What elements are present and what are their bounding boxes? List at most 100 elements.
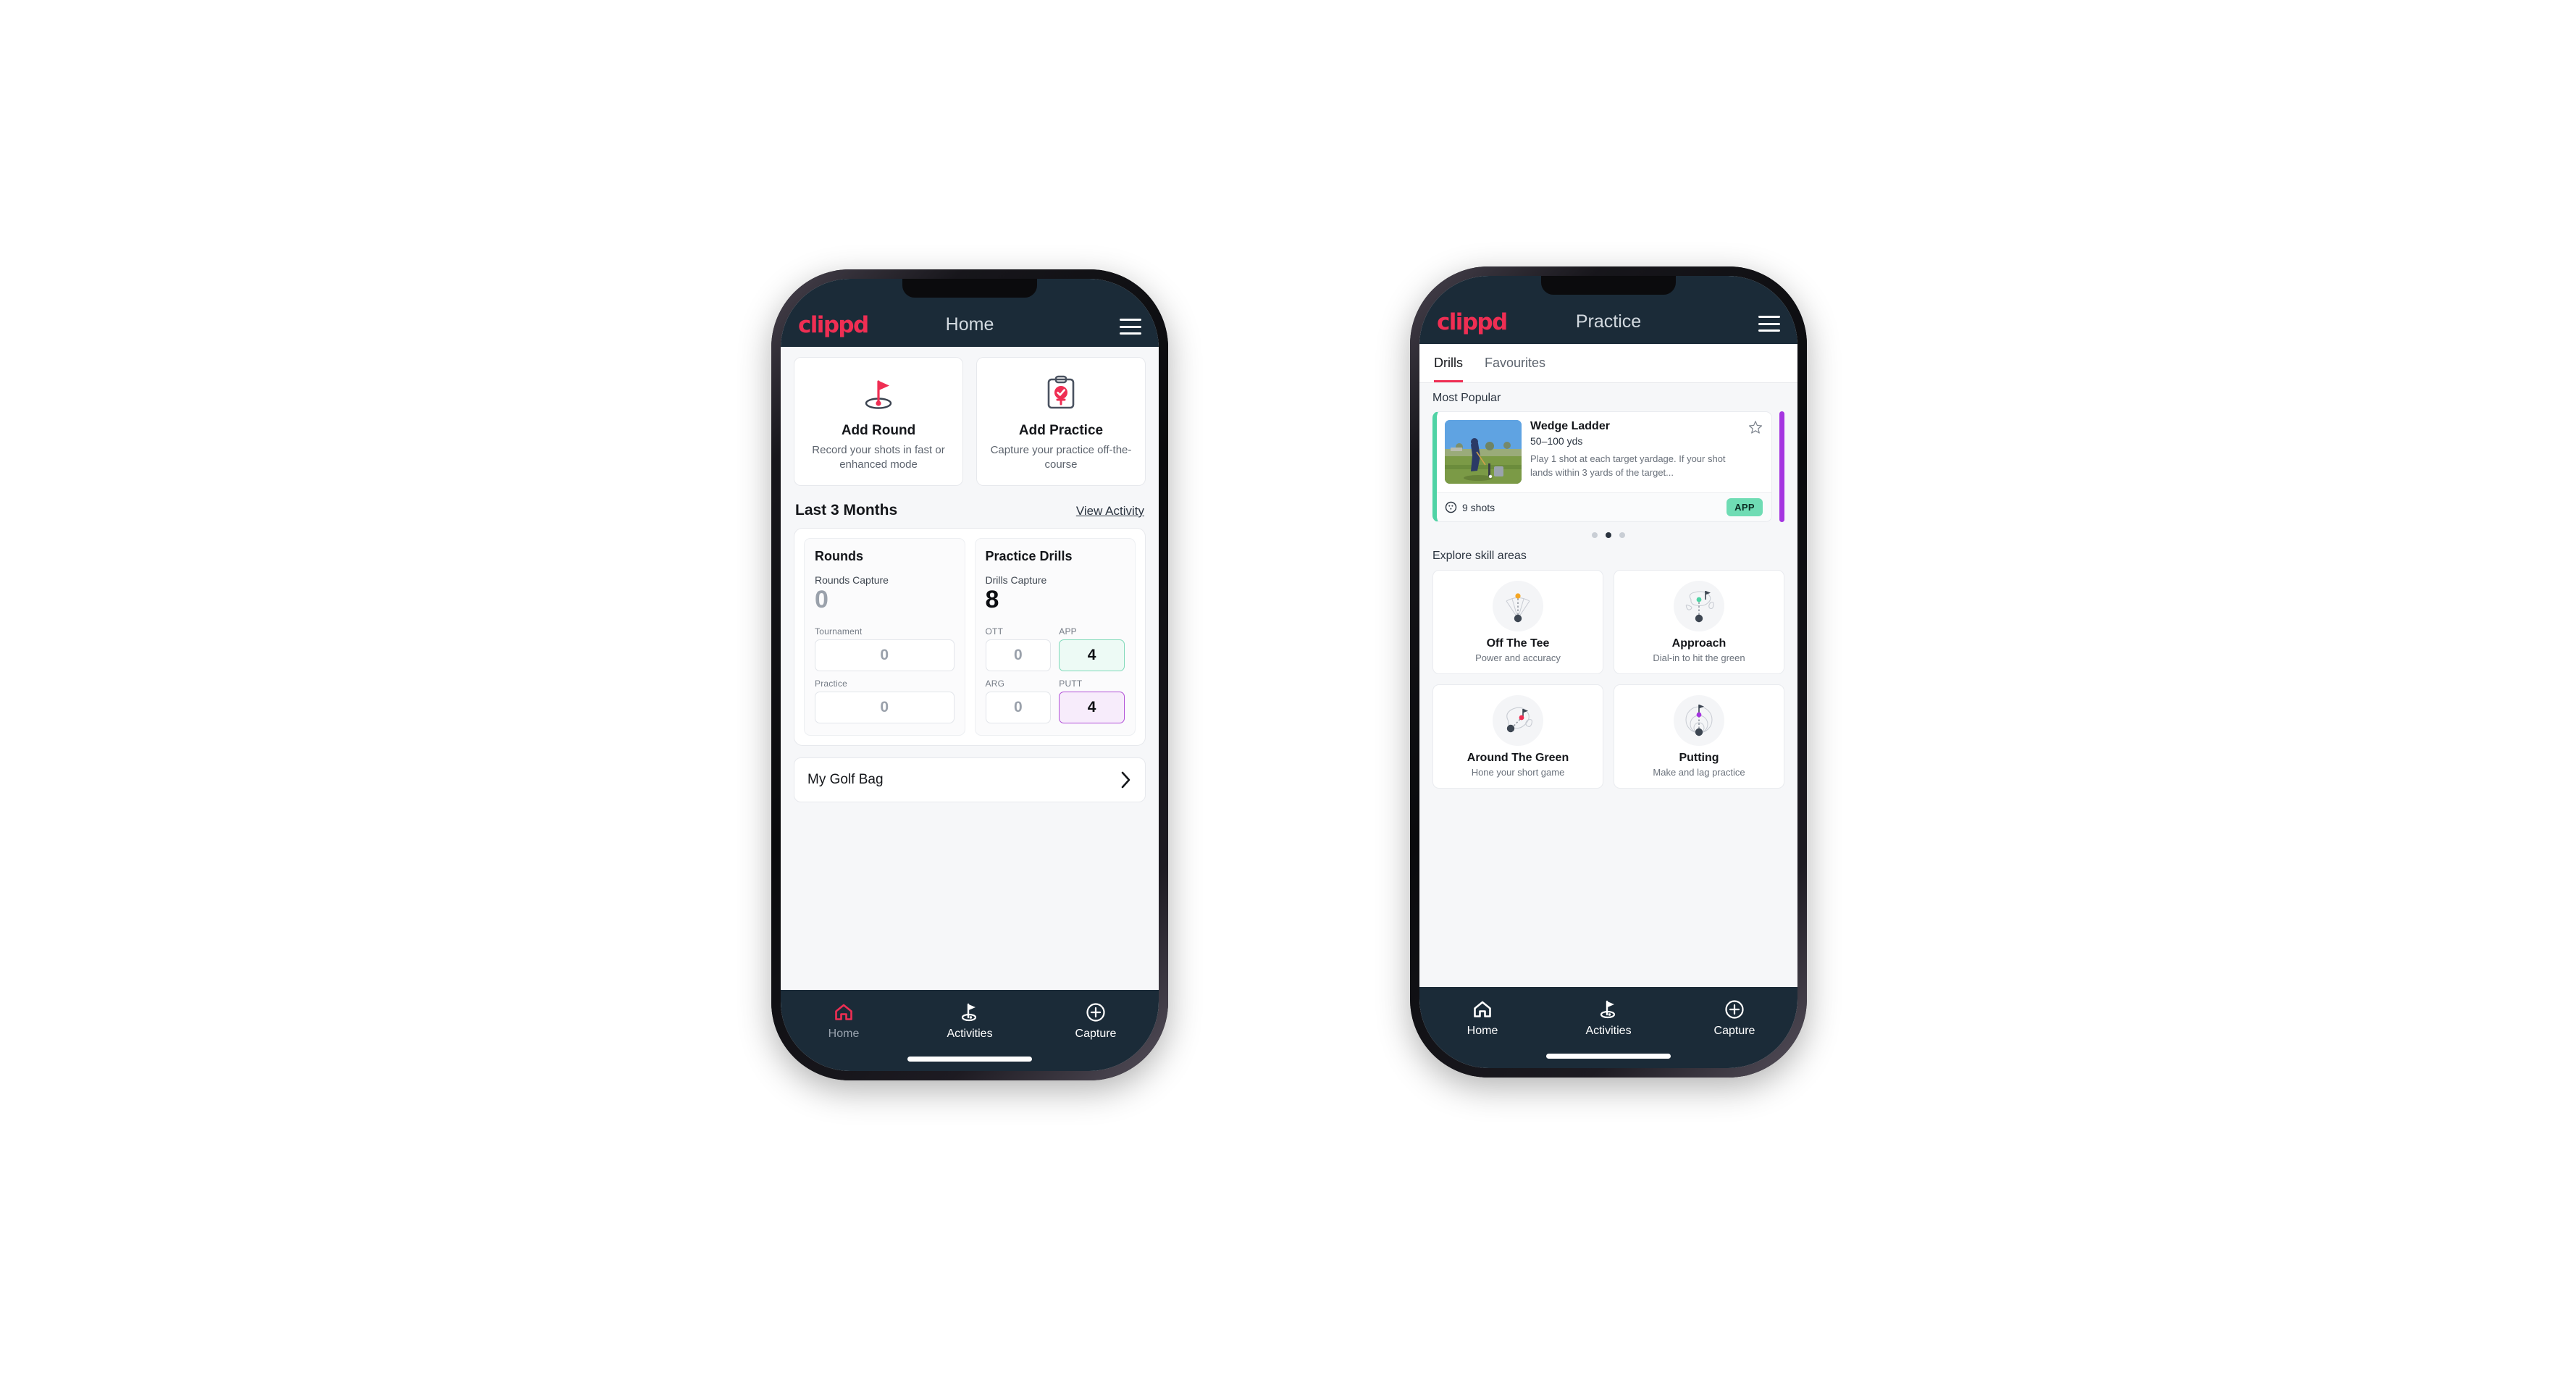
carousel-dot-3[interactable] (1619, 532, 1625, 538)
drill-thumbnail (1445, 420, 1522, 484)
skill-title: Around The Green (1467, 752, 1569, 764)
add-practice-title: Add Practice (1018, 423, 1104, 438)
add-practice-subtitle: Capture your practice off-the-course (990, 444, 1132, 471)
skill-card-putting[interactable]: Putting Make and lag practice (1614, 684, 1784, 789)
plus-circle-icon (1724, 999, 1745, 1020)
golf-flag-icon (959, 1001, 981, 1023)
stats-card: Rounds Rounds Capture 0 Tournament 0 Pra… (794, 528, 1146, 746)
last-three-months-header: Last 3 Months View Activity (795, 502, 1144, 519)
drill-skill-badge: APP (1727, 498, 1763, 516)
practice-drills-column: Practice Drills Drills Capture 8 OTT 0 A… (974, 538, 1136, 736)
rounds-capture-value: 0 (815, 586, 828, 613)
green-approach-icon (1674, 581, 1724, 631)
nav-item-activities[interactable]: Activities (1545, 999, 1671, 1038)
hamburger-menu-icon[interactable] (1120, 319, 1141, 335)
practice-tabs: Drills Favourites (1419, 344, 1797, 383)
skill-title: Off The Tee (1486, 637, 1550, 650)
tournament-value[interactable]: 0 (815, 639, 955, 671)
nav-item-home[interactable]: Home (1419, 999, 1545, 1038)
explore-skill-areas-label: Explore skill areas (1432, 550, 1527, 562)
drill-shots-label: 9 shots (1462, 501, 1495, 513)
home-icon (1472, 999, 1493, 1020)
nav-label-capture: Capture (1713, 1025, 1755, 1037)
ios-home-indicator (1546, 1054, 1671, 1059)
section-title: Last 3 Months (795, 502, 898, 518)
clippd-logo[interactable]: clippd (1437, 311, 1508, 334)
tab-favourites[interactable]: Favourites (1485, 344, 1557, 382)
home-bottom-nav: Home Activities Capture (781, 990, 1159, 1071)
nav-item-home[interactable]: Home (781, 1001, 907, 1041)
skill-card-approach[interactable]: Approach Dial-in to hit the green (1614, 570, 1784, 674)
practice-value[interactable]: 0 (815, 691, 955, 723)
tournament-label: Tournament (815, 626, 863, 637)
my-golf-bag-label: My Golf Bag (807, 771, 884, 787)
most-popular-label: Most Popular (1432, 392, 1501, 404)
add-round-subtitle: Record your shots in fast or enhanced mo… (812, 444, 945, 471)
nav-item-activities[interactable]: Activities (907, 1001, 1033, 1041)
ott-stat: OTT 0 (985, 626, 1052, 671)
home-screen: clippd Home Add Round Record your shots … (781, 279, 1159, 1071)
skill-card-off-the-tee[interactable]: Off The Tee Power and accuracy (1432, 570, 1603, 674)
star-outline-icon[interactable] (1748, 420, 1763, 434)
carousel-dot-1[interactable] (1592, 532, 1598, 538)
tab-favourites-label: Favourites (1485, 356, 1546, 370)
nav-label-home: Home (1467, 1025, 1498, 1037)
drill-yardage: 50–100 yds (1530, 435, 1583, 448)
drill-shots: 9 shots (1445, 501, 1495, 513)
skill-subtitle: Dial-in to hit the green (1653, 652, 1745, 663)
home-icon (834, 1001, 854, 1023)
practice-body: Most Popular Wedge Ladder 50–100 yds Pla… (1419, 383, 1797, 987)
nav-label-home: Home (828, 1028, 860, 1040)
view-activity-link[interactable]: View Activity (1076, 504, 1144, 518)
skill-subtitle: Make and lag practice (1653, 767, 1745, 778)
skill-title: Putting (1679, 752, 1719, 764)
quick-action-row: Add Round Record your shots in fast or e… (794, 357, 1146, 486)
golf-flag-icon (1598, 999, 1619, 1020)
drill-card-wedge-ladder[interactable]: Wedge Ladder 50–100 yds Play 1 shot at e… (1432, 411, 1772, 522)
device-notch (902, 279, 1037, 298)
screenshot-canvas: clippd Home Add Round Record your shots … (0, 0, 2576, 1386)
drills-row-one: OTT 0 APP 4 (985, 626, 1125, 671)
device-notch (1541, 276, 1676, 295)
app-value[interactable]: 4 (1059, 639, 1125, 671)
add-practice-card[interactable]: Add Practice Capture your practice off-t… (976, 357, 1146, 486)
clipboard-check-icon (1044, 374, 1078, 411)
arg-value[interactable]: 0 (985, 691, 1052, 723)
golf-flag-hole-icon (860, 374, 897, 411)
golf-ball-icon (1445, 501, 1457, 513)
carousel-dot-2[interactable] (1606, 532, 1611, 538)
skill-subtitle: Power and accuracy (1475, 652, 1561, 663)
my-golf-bag-row[interactable]: My Golf Bag (794, 757, 1146, 802)
hamburger-menu-icon[interactable] (1758, 316, 1780, 332)
clippd-logo[interactable]: clippd (798, 314, 869, 337)
practice-screen: clippd Practice Drills Favourites Most P… (1419, 276, 1797, 1068)
putt-value[interactable]: 4 (1059, 691, 1125, 723)
nav-item-capture[interactable]: Capture (1033, 1001, 1159, 1041)
rounds-capture-label: Rounds Capture (815, 574, 889, 586)
home-body: Add Round Record your shots in fast or e… (781, 347, 1159, 990)
add-round-title: Add Round (841, 423, 916, 438)
rounds-column: Rounds Rounds Capture 0 Tournament 0 Pra… (804, 538, 965, 736)
rounds-heading: Rounds (815, 549, 863, 563)
ios-home-indicator (907, 1057, 1032, 1062)
ott-value[interactable]: 0 (985, 639, 1052, 671)
carousel-dots (1432, 532, 1784, 538)
drills-row-two: ARG 0 PUTT 4 (985, 679, 1125, 723)
drill-carousel[interactable]: Wedge Ladder 50–100 yds Play 1 shot at e… (1432, 411, 1784, 522)
tab-drills-label: Drills (1434, 356, 1463, 370)
nav-label-capture: Capture (1075, 1028, 1117, 1040)
skill-subtitle: Hone your short game (1471, 767, 1565, 778)
tee-dispersion-icon (1493, 581, 1543, 631)
drill-description: Play 1 shot at each target yardage. If y… (1530, 453, 1726, 478)
putting-rings-icon (1674, 695, 1724, 746)
drill-name: Wedge Ladder (1530, 420, 1610, 432)
add-round-card[interactable]: Add Round Record your shots in fast or e… (794, 357, 963, 486)
nav-item-capture[interactable]: Capture (1671, 999, 1797, 1038)
putt-stat: PUTT 4 (1059, 679, 1125, 723)
tab-drills[interactable]: Drills (1434, 344, 1474, 382)
chevron-right-icon (1121, 771, 1130, 788)
next-drill-card-peek[interactable] (1779, 411, 1784, 522)
phone-device-practice: clippd Practice Drills Favourites Most P… (1410, 266, 1807, 1078)
phone-device-home: clippd Home Add Round Record your shots … (771, 269, 1168, 1080)
skill-card-around-the-green[interactable]: Around The Green Hone your short game (1432, 684, 1603, 789)
